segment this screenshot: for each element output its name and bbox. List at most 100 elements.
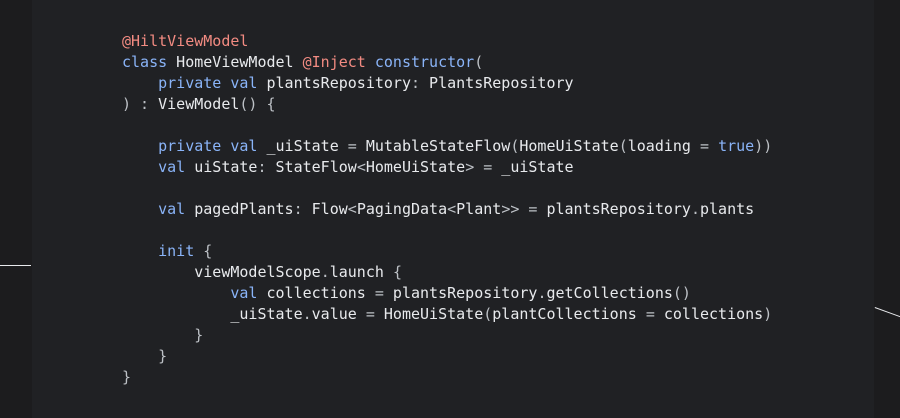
code-line: ) : ViewModel() { xyxy=(122,94,772,115)
code-line: viewModelScope.launch { xyxy=(122,262,772,283)
code-token: } xyxy=(122,347,168,365)
code-token: Flow xyxy=(302,200,348,218)
code-token: )) xyxy=(754,137,773,155)
code-token: true xyxy=(718,137,755,155)
code-token: < xyxy=(447,200,457,218)
code-token: collections xyxy=(257,284,375,302)
code-token: ViewModel xyxy=(158,95,240,113)
code-token: private val xyxy=(158,74,258,92)
code-token: } xyxy=(122,368,132,386)
code-token: @HiltViewModel xyxy=(122,32,249,50)
code-line: } xyxy=(122,325,772,346)
code-token: class xyxy=(122,53,168,71)
code-token: = xyxy=(374,284,384,302)
code-token: . xyxy=(320,263,330,281)
code-block: @HiltViewModel class HomeViewModel @Injec… xyxy=(122,31,772,388)
screen: @HiltViewModel class HomeViewModel @Injec… xyxy=(0,0,900,418)
code-panel: @HiltViewModel class HomeViewModel @Injec… xyxy=(32,0,874,418)
code-token: PlantsRepository xyxy=(420,74,574,92)
code-token: : xyxy=(411,74,421,92)
code-token: MutableStateFlow xyxy=(356,137,511,155)
code-line: _uiState.value = HomeUiState(plantCollec… xyxy=(122,304,772,325)
code-token: ) xyxy=(763,305,773,323)
code-line: init { xyxy=(122,241,772,262)
code-line: private val _uiState = MutableStateFlow (… xyxy=(122,136,772,157)
code-token: _uiState xyxy=(122,305,303,323)
code-token: = xyxy=(365,305,375,323)
code-token: HomeViewModel xyxy=(167,53,303,71)
code-token: StateFlow xyxy=(266,158,357,176)
code-token: init xyxy=(158,242,195,260)
code-token: . xyxy=(690,200,700,218)
code-token: { xyxy=(194,242,213,260)
code-token: = xyxy=(483,158,493,176)
code-token: < xyxy=(347,200,357,218)
code-line: val uiState: StateFlow<HomeUiState> = _u… xyxy=(122,157,772,178)
code-token: . xyxy=(302,305,312,323)
code-token: ( xyxy=(474,53,484,71)
code-token: plants xyxy=(700,200,755,218)
code-token: HomeUiState xyxy=(519,137,619,155)
code-token: HomeUiState xyxy=(365,158,466,176)
code-token: ) : xyxy=(122,95,159,113)
left-divider-line xyxy=(0,265,31,266)
code-token: plantsRepository xyxy=(537,200,691,218)
code-token: ( xyxy=(618,137,628,155)
code-token: val xyxy=(158,200,186,218)
code-token: = xyxy=(645,305,655,323)
code-token: _uiState xyxy=(257,137,348,155)
code-line: } xyxy=(122,346,772,367)
code-line: } xyxy=(122,367,772,388)
code-token: ( xyxy=(483,305,493,323)
code-token: : xyxy=(257,158,267,176)
code-line: val collections = plantsRepository.getCo… xyxy=(122,283,772,304)
code-token: () xyxy=(672,284,691,302)
code-token: viewModelScope xyxy=(122,263,321,281)
code-token: private val xyxy=(158,137,258,155)
code-token: loading xyxy=(627,137,700,155)
code-token: plantCollections xyxy=(492,305,646,323)
code-token: Plant xyxy=(456,200,502,218)
code-token: plantsRepository xyxy=(383,284,538,302)
code-token: value xyxy=(311,305,366,323)
code-token: constructor xyxy=(374,53,475,71)
code-line: private val plantsRepository: PlantsRepo… xyxy=(122,73,772,94)
code-token: { xyxy=(392,263,402,281)
code-token: = xyxy=(347,137,357,155)
code-token: } xyxy=(122,326,204,344)
code-token: val xyxy=(158,158,186,176)
code-token: _uiState xyxy=(492,158,574,176)
code-line: @HiltViewModel xyxy=(122,31,772,52)
right-divider-line xyxy=(874,307,900,319)
code-token: HomeUiState xyxy=(374,305,484,323)
code-token: < xyxy=(356,158,366,176)
code-token: val xyxy=(230,284,258,302)
code-token: @Inject xyxy=(302,53,366,71)
code-token: () { xyxy=(239,95,276,113)
code-line: class HomeViewModel @Inject constructor( xyxy=(122,52,772,73)
code-token: PagingData xyxy=(356,200,448,218)
code-token: > xyxy=(465,158,475,176)
code-token: plantsRepository xyxy=(257,74,411,92)
code-token: getCollections xyxy=(546,284,673,302)
code-line: val pagedPlants: Flow<PagingData<Plant>>… xyxy=(122,199,772,220)
code-token: >> xyxy=(501,200,520,218)
code-token: pagedPlants xyxy=(185,200,294,218)
code-token: uiState xyxy=(185,158,258,176)
code-token: = xyxy=(700,137,710,155)
code-token: : xyxy=(293,200,303,218)
code-token: launch xyxy=(329,263,393,281)
code-token: collections xyxy=(654,305,764,323)
